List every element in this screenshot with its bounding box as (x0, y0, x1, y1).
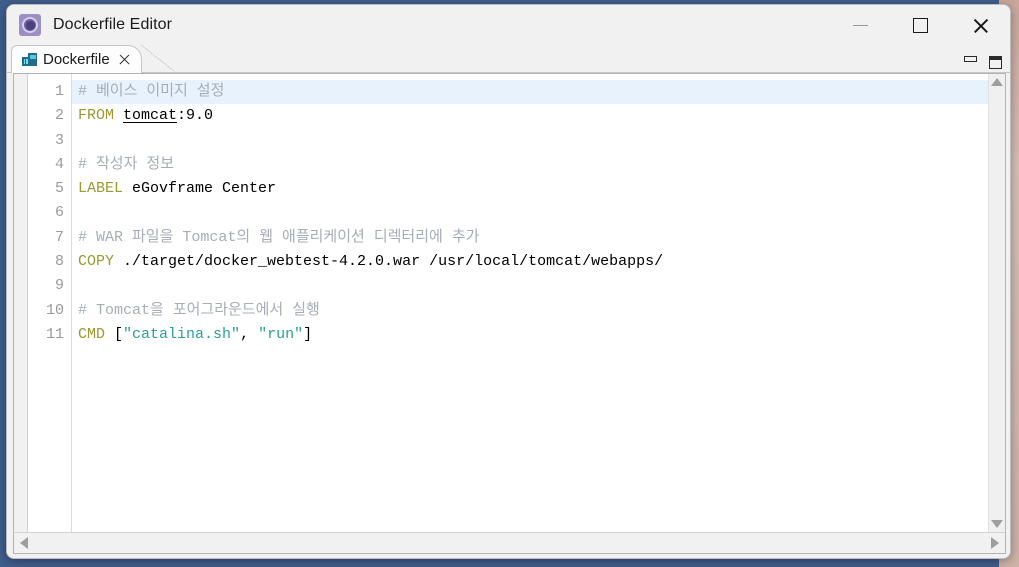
code-line[interactable]: # WAR 파일을 Tomcat의 웹 애플리케이션 디렉터리에 추가 (72, 226, 988, 250)
code-line[interactable] (72, 274, 988, 298)
line-number: 6 (54, 204, 64, 222)
line-number: 9 (54, 277, 64, 295)
code-token-plain: eGovframe Center (123, 180, 277, 198)
dockerfile-icon (22, 53, 37, 66)
code-token-comment: # WAR 파일을 Tomcat의 웹 애플리케이션 디렉터리에 추가 (78, 228, 480, 246)
horizontal-scrollbar[interactable] (13, 532, 1006, 554)
line-number: 5 (54, 180, 64, 198)
code-line[interactable]: COPY ./target/docker_webtest-4.2.0.war /… (72, 250, 988, 274)
line-number: 4 (54, 155, 64, 173)
view-minimize-icon[interactable] (964, 56, 977, 62)
code-token-plain: ./target/docker_webtest-4.2.0.war /usr/l… (114, 253, 664, 271)
line-number: 8 (54, 253, 64, 271)
tab-dockerfile[interactable]: Dockerfile (11, 45, 142, 73)
scroll-up-icon[interactable] (991, 78, 1003, 86)
scroll-left-icon[interactable] (20, 537, 28, 549)
window-title: Dockerfile Editor (53, 16, 173, 33)
code-token-plain: :9.0 (177, 107, 214, 125)
close-icon (972, 17, 989, 34)
window-minimize-button[interactable] (830, 5, 890, 45)
code-token-plain: ] (303, 325, 313, 343)
code-line[interactable]: # 베이스 이미지 설정 (72, 80, 988, 105)
editor-frame: 1 2 3 4 5 6 7 8 9 10 11 # 베이스 이미지 설정 FROM tomcat:9.… (13, 73, 1006, 532)
code-line[interactable]: # Tomcat을 포어그라운드에서 실행 (72, 299, 988, 323)
line-number: 2 (54, 107, 64, 125)
code-token-plain: , (240, 325, 259, 343)
code-token-keyword: COPY (78, 253, 115, 271)
window-close-button[interactable] (950, 5, 1010, 45)
view-maximize-icon[interactable] (989, 56, 1002, 69)
window-controls (830, 5, 1010, 45)
window-title-bar: Dockerfile Editor (7, 5, 1010, 45)
line-number: 7 (54, 228, 64, 246)
code-token-string: "catalina.sh" (123, 325, 241, 343)
line-number: 10 (45, 301, 64, 319)
code-line[interactable]: FROM tomcat:9.0 (72, 104, 988, 128)
line-number-gutter: 1 2 3 4 5 6 7 8 9 10 11 (28, 74, 72, 532)
code-token-comment: # Tomcat을 포어그라운드에서 실행 (78, 301, 320, 319)
gear-icon (19, 14, 41, 36)
maximize-icon (912, 17, 928, 33)
tab-tail-decoration (140, 45, 175, 73)
code-token-string: "run" (258, 325, 304, 343)
window-maximize-button[interactable] (890, 5, 950, 45)
scroll-right-icon[interactable] (991, 537, 999, 549)
code-editor-area[interactable]: # 베이스 이미지 설정 FROM tomcat:9.0 # 작성자 정보 LABE… (72, 74, 988, 532)
tab-close-icon[interactable] (118, 53, 131, 66)
code-line[interactable]: LABEL eGovframe Center (72, 177, 988, 201)
annotation-ruler[interactable] (14, 74, 28, 532)
scroll-down-icon[interactable] (991, 520, 1003, 528)
code-line[interactable]: CMD ["catalina.sh", "run"] (72, 323, 988, 347)
line-number: 3 (54, 131, 64, 149)
code-token-keyword: LABEL (78, 180, 124, 198)
code-token-plain: [ (105, 325, 124, 343)
line-number: 11 (45, 325, 64, 343)
code-line[interactable] (72, 201, 988, 225)
editor-view-controls (964, 56, 1002, 69)
code-line[interactable]: # 작성자 정보 (72, 153, 988, 177)
code-token-keyword: CMD (78, 325, 106, 343)
code-token-keyword: FROM (78, 107, 115, 125)
editor-tab-bar: Dockerfile (7, 45, 1010, 73)
code-token-comment: # 작성자 정보 (78, 155, 175, 173)
code-token-underline: tomcat (123, 107, 178, 125)
vertical-scrollbar[interactable] (988, 74, 1005, 532)
tab-label: Dockerfile (43, 51, 110, 68)
code-token-comment: # 베이스 이미지 설정 (78, 83, 225, 100)
line-number: 1 (54, 83, 64, 100)
code-line[interactable] (72, 129, 988, 153)
minimize-icon (852, 24, 868, 26)
dockerfile-editor-window: Dockerfile Editor Dockerfile 1 2 3 4 5 6… (6, 4, 1011, 559)
editor-shell: 1 2 3 4 5 6 7 8 9 10 11 # 베이스 이미지 설정 FROM tomcat:9.… (7, 73, 1010, 558)
